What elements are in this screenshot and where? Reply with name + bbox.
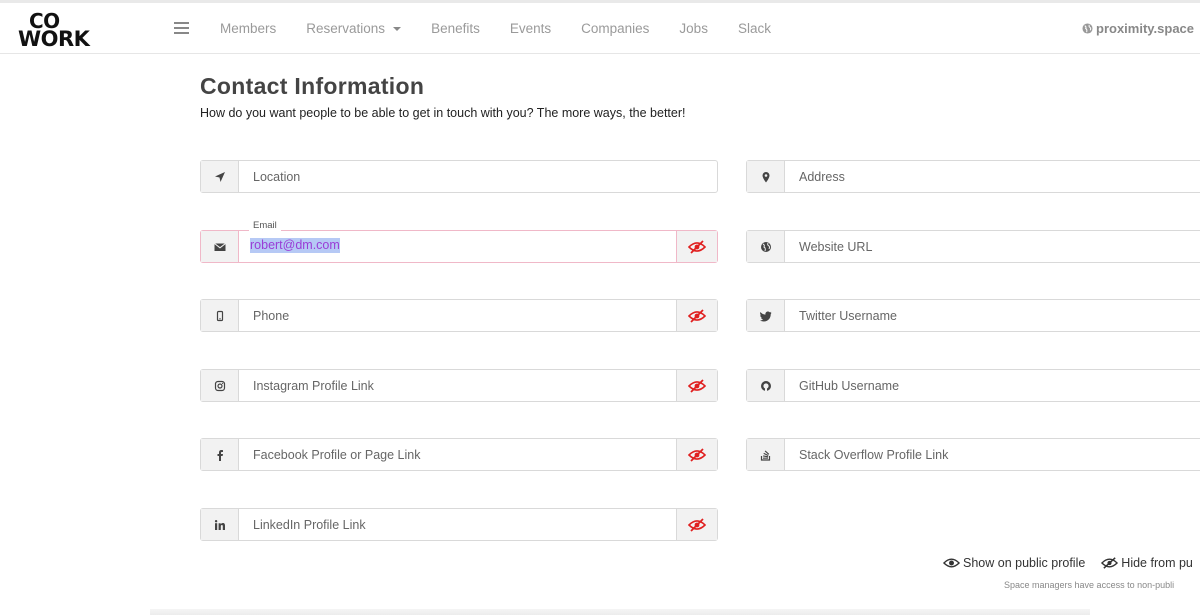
website-field <box>746 230 1200 263</box>
space-name: proximity.space <box>1096 21 1195 36</box>
legend-show: Show on public profile <box>943 556 1085 570</box>
legend-hide: Hide from pu <box>1101 556 1193 570</box>
globe-icon <box>1082 23 1093 34</box>
eye-slash-icon <box>688 447 706 462</box>
facebook-field <box>200 438 718 471</box>
mobile-icon <box>201 300 239 331</box>
linkedin-field <box>200 508 718 541</box>
hide-instagram-toggle[interactable] <box>676 370 717 401</box>
stack-overflow-icon <box>747 439 785 470</box>
nav-members[interactable]: Members <box>220 21 276 36</box>
twitter-field <box>746 299 1200 332</box>
github-field <box>746 369 1200 402</box>
facebook-input[interactable] <box>239 439 676 470</box>
stackoverflow-field <box>746 438 1200 471</box>
nav-slack[interactable]: Slack <box>738 21 771 36</box>
website-input[interactable] <box>785 231 1200 262</box>
location-arrow-icon <box>201 161 239 192</box>
nav-jobs[interactable]: Jobs <box>679 21 708 36</box>
nav-reservations-label: Reservations <box>306 21 386 36</box>
top-navbar: CO WORK Members Reservations Benefits Ev… <box>0 3 1200 54</box>
eye-slash-icon <box>1101 557 1119 569</box>
phone-field <box>200 299 718 332</box>
nav-reservations[interactable]: Reservations <box>306 21 402 36</box>
address-input[interactable] <box>785 161 1200 192</box>
address-field <box>746 160 1200 193</box>
eye-icon <box>943 558 960 568</box>
nav-benefits[interactable]: Benefits <box>431 21 480 36</box>
legend-hide-label: Hide from pu <box>1121 556 1193 570</box>
location-input[interactable] <box>239 161 717 192</box>
linkedin-icon <box>201 509 239 540</box>
visibility-legend: Show on public profile Hide from pu <box>943 556 1200 570</box>
eye-slash-icon <box>688 308 706 323</box>
privacy-note: Space managers have access to non-publi <box>1004 580 1175 590</box>
nav-events[interactable]: Events <box>510 21 551 36</box>
instagram-field <box>200 369 718 402</box>
email-value[interactable]: robert@dm.com <box>250 238 340 253</box>
instagram-icon <box>201 370 239 401</box>
page-footer-edge <box>150 609 1090 615</box>
instagram-input[interactable] <box>239 370 676 401</box>
page-subtitle: How do you want people to be able to get… <box>200 106 686 120</box>
phone-input[interactable] <box>239 300 676 331</box>
caret-down-icon <box>393 26 402 31</box>
location-field <box>200 160 718 193</box>
hide-email-toggle[interactable] <box>676 231 717 262</box>
email-float-label: Email <box>249 220 281 231</box>
legend-show-label: Show on public profile <box>963 556 1086 570</box>
hide-linkedin-toggle[interactable] <box>676 509 717 540</box>
nav-companies[interactable]: Companies <box>581 21 649 36</box>
logo-line-2: WORK <box>18 27 90 51</box>
cowork-logo[interactable]: CO WORK <box>18 9 98 51</box>
nav-links: Members Reservations Benefits Events Com… <box>220 3 801 54</box>
hide-facebook-toggle[interactable] <box>676 439 717 470</box>
page-title: Contact Information <box>200 73 425 99</box>
twitter-input[interactable] <box>785 300 1200 331</box>
github-input[interactable] <box>785 370 1200 401</box>
linkedin-input[interactable] <box>239 509 676 540</box>
facebook-icon <box>201 439 239 470</box>
eye-slash-icon <box>688 517 706 532</box>
envelope-icon <box>201 231 239 262</box>
space-link[interactable]: proximity.space <box>1082 3 1194 54</box>
eye-slash-icon <box>688 378 706 393</box>
stackoverflow-input[interactable] <box>785 439 1200 470</box>
github-icon <box>747 370 785 401</box>
globe-icon <box>747 231 785 262</box>
hide-phone-toggle[interactable] <box>676 300 717 331</box>
hamburger-menu-icon[interactable] <box>174 22 189 34</box>
map-pin-icon <box>747 161 785 192</box>
eye-slash-icon <box>688 239 706 254</box>
twitter-icon <box>747 300 785 331</box>
